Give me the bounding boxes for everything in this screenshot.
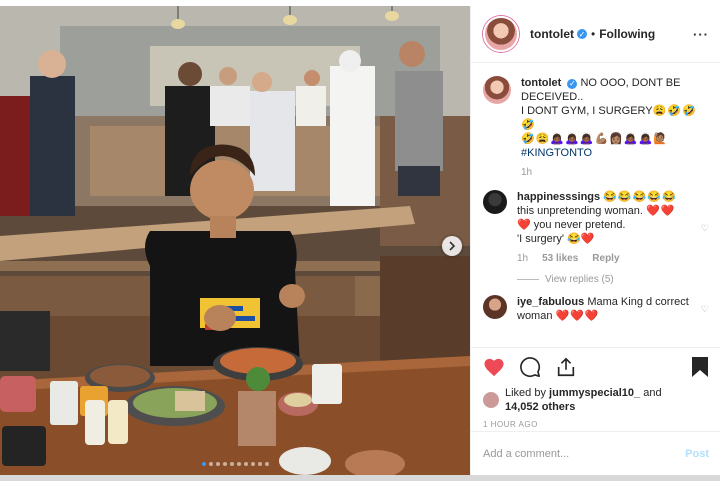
likes-prefix: Liked by — [505, 387, 546, 399]
verified-badge-icon: ✓ — [567, 79, 578, 89]
comment-line3-emoji: ❤️ — [517, 219, 531, 231]
following-button[interactable]: Following — [599, 27, 655, 41]
instagram-post-view: tontolet ✓ • Following ··· tontolet ✓ NO… — [0, 0, 720, 481]
likes-others[interactable]: 14,052 others — [505, 401, 575, 413]
comment-input[interactable]: Add a comment... — [483, 448, 569, 460]
caption-line2: I DONT GYM, I SURGERY — [521, 105, 653, 117]
caption-time[interactable]: 1h — [521, 166, 532, 180]
commenter-avatar[interactable] — [483, 190, 507, 214]
comment-emojis: ❤️❤️❤️ — [555, 310, 600, 322]
liker-username[interactable]: jummyspecial10_ — [549, 387, 640, 399]
view-replies-button[interactable]: View replies (5) — [517, 274, 709, 285]
comment-text-emojis: ❤️❤️ — [646, 205, 676, 217]
comment-line3: you never pretend. — [533, 219, 626, 231]
caption-hashtag[interactable]: #KINGTONTO — [521, 147, 592, 159]
next-photo-button[interactable] — [442, 236, 462, 256]
chevron-right-icon — [449, 241, 456, 251]
bookmark-icon[interactable] — [691, 356, 709, 378]
action-icons — [483, 356, 709, 378]
share-icon[interactable] — [555, 356, 577, 378]
comment-emojis: 😂😂😂😂😂 — [603, 191, 677, 203]
like-heart-icon[interactable] — [483, 357, 505, 377]
bottom-edge-strip — [0, 475, 720, 481]
comment-body: happinesssings 😂😂😂😂😂 this unpretending w… — [517, 190, 691, 266]
carousel-dot — [250, 462, 255, 466]
commenter-avatar[interactable] — [483, 295, 507, 319]
view-replies-label: View replies (5) — [545, 274, 614, 285]
post-comment-button[interactable]: Post — [685, 448, 709, 460]
comment-time[interactable]: 1h — [517, 252, 528, 266]
carousel-indicator — [0, 462, 470, 466]
author-avatar[interactable] — [483, 16, 519, 52]
post-timestamp[interactable]: 1 HOUR AGO — [483, 420, 709, 429]
carousel-dot — [229, 462, 234, 466]
comment-likes[interactable]: 53 likes — [542, 252, 578, 266]
replies-divider — [517, 279, 539, 280]
carousel-dot — [201, 462, 206, 466]
caption-row: tontolet ✓ NO OOO, DONT BE DECEIVED.. I … — [483, 76, 709, 180]
comment-body: iye_fabulous Mama King d correct woman ❤… — [517, 295, 691, 323]
caption-body: tontolet ✓ NO OOO, DONT BE DECEIVED.. I … — [521, 76, 709, 180]
comment-text: this unpretending woman. — [517, 205, 643, 217]
caption-emojis-line3: 🤣😩🙇🏾‍♀️🙇🏾‍♀️🙇🏾‍♀️💪🏽👩🏽🙇🏾‍♀️🙇🏾‍♀️🙋🏽 — [521, 133, 668, 145]
comment-like-heart-icon[interactable]: ♡ — [701, 223, 709, 234]
post-actions: Liked by jummyspecial10_ and 14,052 othe… — [471, 347, 720, 429]
comments-section: tontolet ✓ NO OOO, DONT BE DECEIVED.. I … — [471, 63, 720, 335]
verified-badge-icon: ✓ — [577, 29, 587, 39]
carousel-dot — [257, 462, 262, 466]
carousel-dot — [236, 462, 241, 466]
comment-row: iye_fabulous Mama King d correct woman ❤… — [483, 295, 709, 323]
carousel-dot — [264, 462, 269, 466]
caption-meta: 1h — [521, 166, 709, 180]
comment-input-bar: Add a comment... Post — [471, 431, 720, 475]
kitchen-breakfast-photo — [0, 6, 470, 475]
comment-like-heart-icon[interactable]: ♡ — [701, 304, 709, 315]
post-side-panel: tontolet ✓ • Following ··· tontolet ✓ NO… — [470, 6, 720, 475]
comment-bubble-icon[interactable] — [519, 356, 541, 378]
post-photo[interactable] — [0, 6, 470, 475]
comment-line4-emojis: 😂❤️ — [567, 233, 595, 245]
liker-avatar[interactable] — [483, 392, 499, 408]
carousel-dot — [208, 462, 213, 466]
caption-avatar[interactable] — [483, 76, 511, 104]
carousel-dot — [215, 462, 220, 466]
post-header: tontolet ✓ • Following ··· — [471, 6, 720, 63]
comment-reply-button[interactable]: Reply — [592, 252, 619, 266]
comment-line4: 'I surgery' — [517, 233, 564, 245]
comment-username[interactable]: iye_fabulous — [517, 296, 584, 308]
carousel-dot — [243, 462, 248, 466]
separator-dot: • — [591, 27, 596, 41]
comment-row: happinesssings 😂😂😂😂😂 this unpretending w… — [483, 190, 709, 266]
caption-username[interactable]: tontolet — [521, 77, 561, 89]
likes-and: and — [643, 387, 662, 399]
likes-summary: Liked by jummyspecial10_ and 14,052 othe… — [483, 386, 709, 414]
carousel-dot — [222, 462, 227, 466]
more-options-icon[interactable]: ··· — [693, 27, 709, 42]
author-username[interactable]: tontolet — [530, 27, 574, 41]
comment-meta: 1h 53 likes Reply — [517, 252, 691, 266]
likes-text: Liked by jummyspecial10_ and 14,052 othe… — [505, 386, 662, 414]
comment-username[interactable]: happinesssings — [517, 191, 600, 203]
